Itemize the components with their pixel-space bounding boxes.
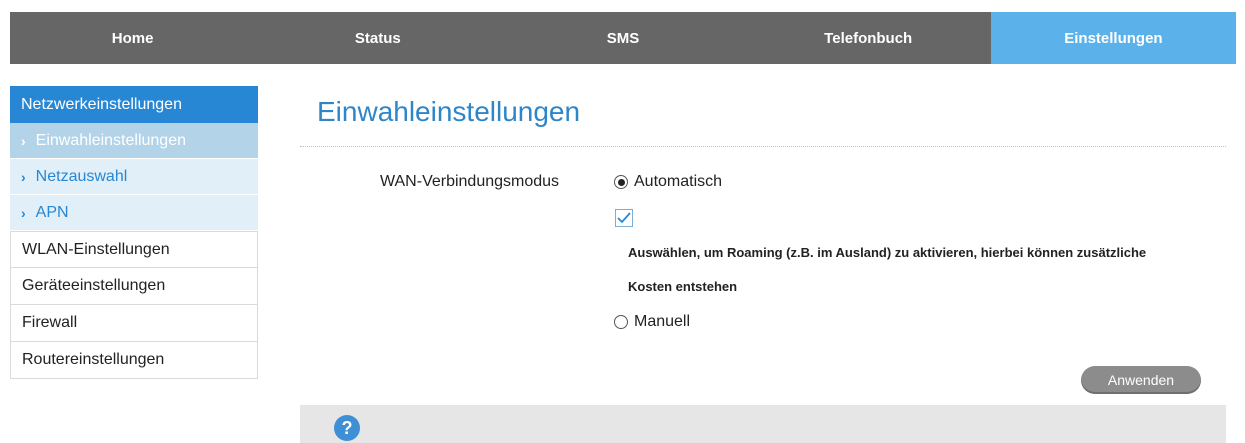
chevron-right-icon: ›: [21, 132, 26, 149]
radio-automatic-label: Automatisch: [634, 173, 723, 190]
sidebar-group-network-settings[interactable]: Netzwerkeinstellungen: [10, 86, 258, 123]
sidebar-item-router-settings[interactable]: Routereinstellungen: [10, 342, 258, 379]
sidebar-item-apn[interactable]: › APN: [10, 195, 258, 231]
tab-settings[interactable]: Einstellungen: [990, 12, 1237, 64]
help-icon[interactable]: ?: [334, 415, 360, 441]
sidebar-item-dialup-settings[interactable]: › Einwahleinstellungen: [10, 123, 258, 159]
radio-manual[interactable]: Manuell: [614, 313, 690, 331]
chevron-right-icon: ›: [21, 168, 26, 185]
tab-home[interactable]: Home: [10, 12, 255, 64]
sidebar: Netzwerkeinstellungen › Einwahleinstellu…: [10, 86, 258, 379]
page-title: Einwahleinstellungen: [317, 96, 581, 127]
sidebar-item-network-selection[interactable]: › Netzauswahl: [10, 159, 258, 195]
roaming-checkbox[interactable]: [615, 209, 633, 227]
wan-mode-label: WAN-Verbindungsmodus: [380, 173, 560, 190]
tab-sms[interactable]: SMS: [500, 12, 745, 64]
tab-status[interactable]: Status: [255, 12, 500, 64]
apply-button[interactable]: Anwenden: [1081, 366, 1201, 394]
radio-unchecked-icon[interactable]: [614, 315, 628, 329]
tab-phonebook[interactable]: Telefonbuch: [746, 12, 991, 64]
top-navigation: Home Status SMS Telefonbuch Einstellunge…: [10, 12, 1237, 64]
sidebar-item-device-settings[interactable]: Geräteeinstellungen: [10, 268, 258, 305]
sidebar-item-label: Einwahleinstellungen: [35, 131, 186, 149]
chevron-right-icon: ›: [21, 204, 26, 221]
radio-manual-label: Manuell: [634, 313, 691, 330]
radio-checked-icon[interactable]: [614, 175, 628, 189]
roaming-description: Auswählen, um Roaming (z.B. im Ausland) …: [628, 245, 1147, 294]
sidebar-item-label: Netzauswahl: [35, 167, 128, 185]
help-bar: [300, 405, 1226, 443]
sidebar-item-wlan-settings[interactable]: WLAN-Einstellungen: [10, 231, 258, 268]
radio-automatic[interactable]: Automatisch: [614, 173, 722, 191]
check-icon: [617, 212, 631, 224]
title-divider: [300, 146, 1226, 147]
sidebar-item-label: APN: [35, 203, 69, 221]
sidebar-item-firewall[interactable]: Firewall: [10, 305, 258, 342]
